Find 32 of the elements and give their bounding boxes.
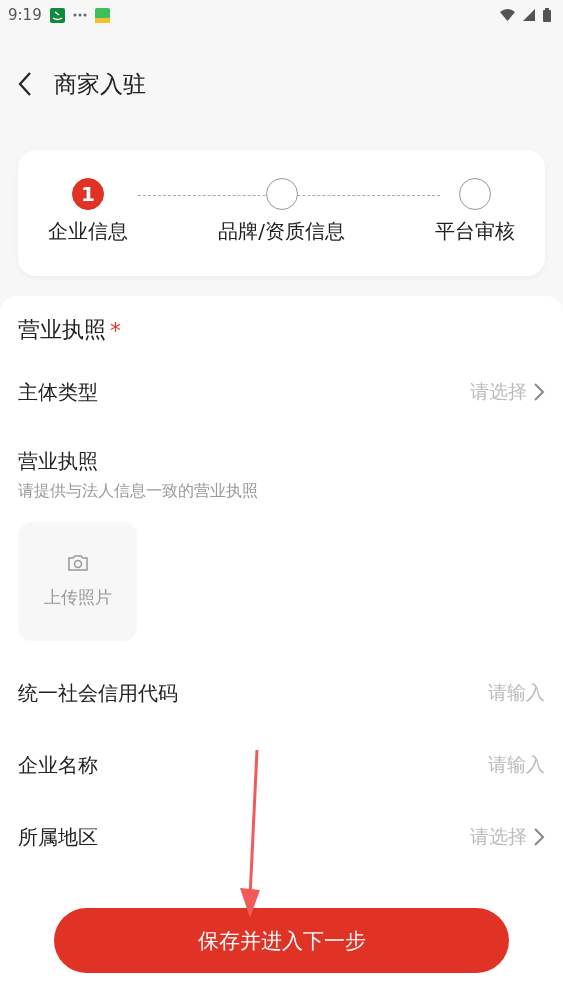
field-label: 主体类型 <box>18 378 98 406</box>
upload-photo-button[interactable]: 上传照片 <box>18 522 137 641</box>
field-label: 企业名称 <box>18 751 98 779</box>
field-label: 所属地区 <box>18 823 98 851</box>
battery-icon <box>543 8 551 22</box>
submit-button[interactable]: 保存并进入下一步 <box>54 908 509 973</box>
field-label: 营业执照 <box>18 448 99 475</box>
step-label: 企业信息 <box>48 218 128 245</box>
wifi-icon <box>500 9 515 21</box>
chevron-right-icon <box>533 382 545 402</box>
signal-icon <box>523 9 535 21</box>
required-mark: * <box>110 317 121 343</box>
back-icon[interactable] <box>18 71 32 97</box>
app-icon <box>49 7 65 23</box>
step-label: 品牌/资质信息 <box>218 218 345 245</box>
select-field[interactable]: 请选择 <box>470 379 545 405</box>
more-icon <box>72 13 87 17</box>
app-icon <box>94 7 110 23</box>
field-placeholder: 请选择 <box>470 824 527 849</box>
select-field[interactable]: 请选择 <box>470 824 545 850</box>
field-label: 统一社会信用代码 <box>18 679 178 707</box>
step-indicator: 1 <box>72 178 104 210</box>
input-field[interactable]: 请输入 <box>488 752 545 778</box>
step-label: 平台审核 <box>435 218 515 245</box>
section-title: 营业执照 <box>18 316 106 344</box>
status-time: 9:19 <box>8 6 42 24</box>
page-title: 商家入驻 <box>54 69 146 99</box>
input-field[interactable]: 请输入 <box>488 680 545 706</box>
field-hint: 请提供与法人信息一致的营业执照 <box>18 481 259 502</box>
field-placeholder: 请选择 <box>470 379 527 404</box>
chevron-right-icon <box>533 827 545 847</box>
camera-icon <box>66 554 89 572</box>
